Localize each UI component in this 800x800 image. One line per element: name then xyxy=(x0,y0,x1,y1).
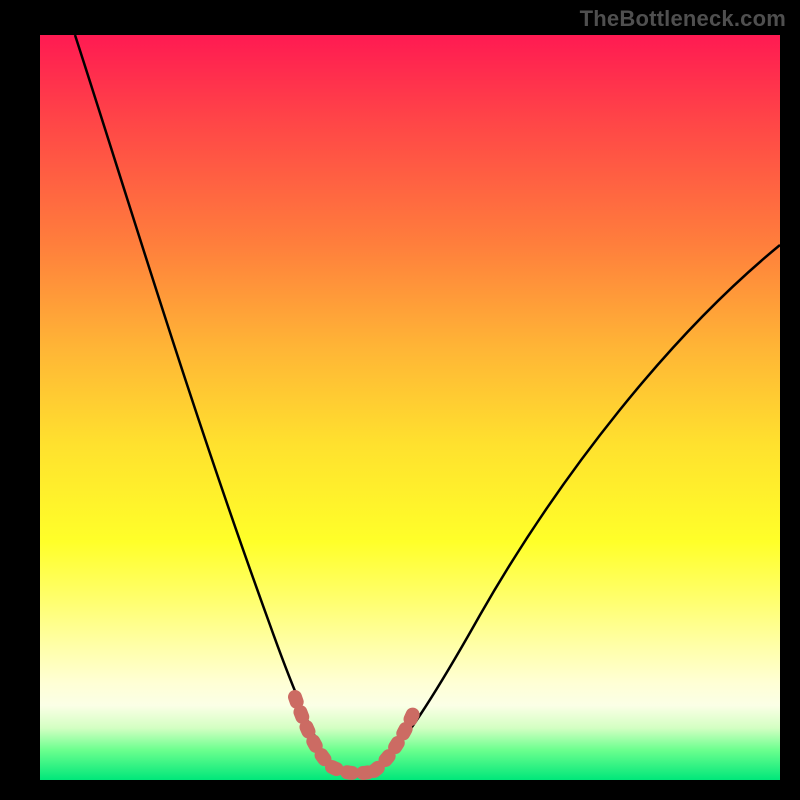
watermark-text: TheBottleneck.com xyxy=(580,6,786,32)
chart-frame: TheBottleneck.com xyxy=(0,0,800,800)
plot-area xyxy=(40,35,780,780)
highlight-left-dash xyxy=(295,697,332,767)
highlight-right-dash xyxy=(374,707,416,771)
bottleneck-curve-right xyxy=(375,245,780,771)
curve-svg xyxy=(40,35,780,780)
bottleneck-curve-left xyxy=(75,35,330,765)
